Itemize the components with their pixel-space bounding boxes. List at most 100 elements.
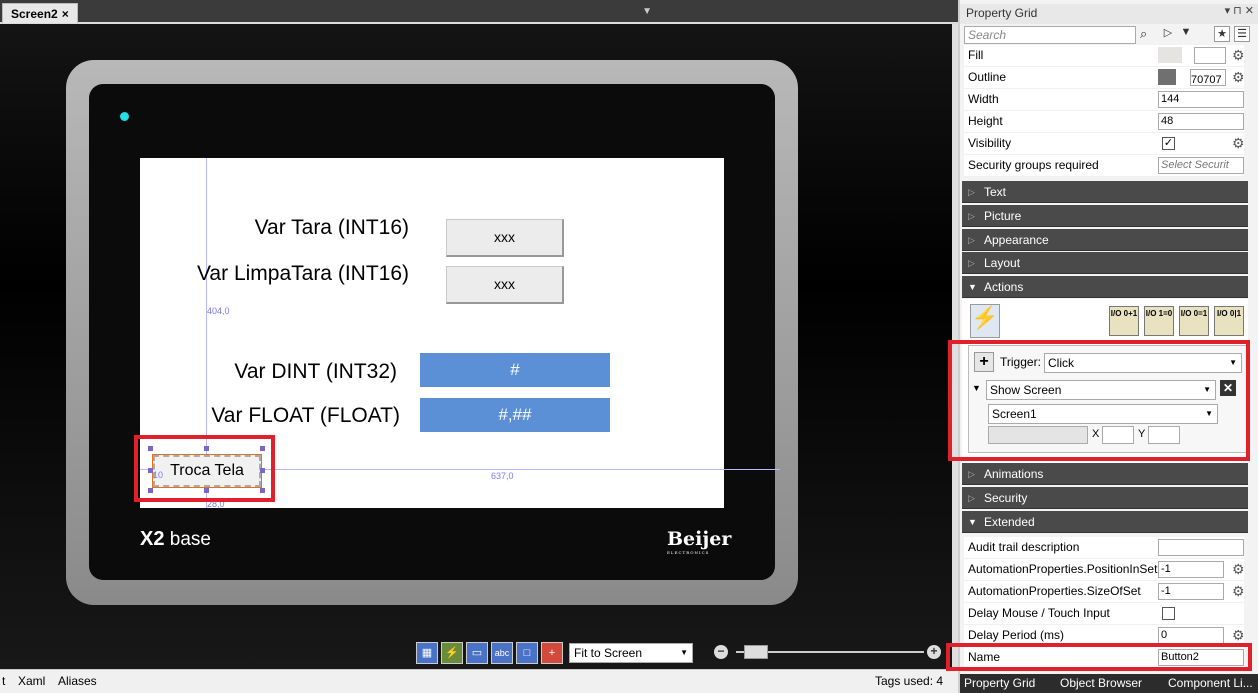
highlight-name [946, 643, 1252, 671]
gear-icon[interactable]: ⚙ [1232, 583, 1245, 599]
delay-period-value[interactable]: 0 [1158, 627, 1224, 644]
list-icon[interactable]: ☰ [1234, 26, 1250, 42]
zoom-slider-thumb[interactable] [744, 645, 768, 659]
status-tab-aliases[interactable]: Aliases [58, 670, 97, 692]
section-text[interactable]: ▷ Text [962, 181, 1248, 203]
tab-close-icon[interactable]: × [62, 7, 69, 21]
io-set-icon[interactable]: I/O 0=1 [1179, 306, 1209, 336]
zoom-out-button[interactable]: − [714, 645, 728, 659]
prop-position-in-set[interactable]: AutomationProperties.PositionInSet -1 ⚙ [964, 559, 1245, 581]
delay-mouse-checkbox[interactable] [1162, 607, 1175, 620]
io-toggle-icon[interactable]: I/O 0+1 [1109, 306, 1139, 336]
beijer-logo: Beijer ELECTRONICS [667, 528, 731, 555]
chevron-right-icon: ▷ [968, 235, 975, 245]
prop-visibility[interactable]: Visibility ✓ ⚙ [964, 133, 1245, 155]
chevron-down-icon[interactable]: ▼ [1178, 26, 1194, 42]
dimension-label: 637,0 [491, 471, 514, 481]
position-in-set-value[interactable]: -1 [1158, 561, 1224, 578]
prop-label: Delay Mouse / Touch Input [968, 606, 1110, 620]
visibility-checkbox[interactable]: ✓ [1162, 137, 1175, 150]
tab-screen2[interactable]: Screen2 × [2, 3, 78, 23]
tab-menu-chevron-icon[interactable]: ▼ [642, 6, 652, 17]
prop-label: Fill [968, 48, 984, 62]
outline-swatch[interactable] [1158, 69, 1176, 85]
prop-audit-trail[interactable]: Audit trail description [964, 537, 1244, 559]
prop-label: AutomationProperties.SizeOfSet [968, 584, 1141, 598]
brand-light: base [169, 529, 211, 550]
search-icon[interactable]: ⌕ [1140, 26, 1147, 42]
height-value[interactable]: 48 [1158, 113, 1244, 130]
layout-icon[interactable]: + [541, 642, 563, 664]
section-label: Animations [984, 467, 1044, 481]
sort-icon[interactable]: ★ [1214, 26, 1230, 42]
search-input[interactable]: Search [964, 26, 1136, 44]
prop-security-groups[interactable]: Security groups required Select Securit [964, 155, 1244, 177]
prop-size-of-set[interactable]: AutomationProperties.SizeOfSet -1 ⚙ [964, 581, 1245, 603]
prop-label: Outline [968, 70, 1007, 84]
size-of-set-value[interactable]: -1 [1158, 583, 1224, 600]
tab-property-grid[interactable]: Property Grid [964, 674, 1035, 693]
section-appearance[interactable]: ▷ Appearance [962, 229, 1248, 251]
status-tab-xaml[interactable]: Xaml [18, 670, 45, 692]
zoom-select[interactable]: Fit to Screen ▼ [569, 643, 693, 663]
play-icon[interactable]: ▷ [1160, 26, 1176, 42]
zoom-in-button[interactable]: + [927, 645, 941, 659]
section-animations[interactable]: ▷ Animations [962, 463, 1248, 485]
section-security[interactable]: ▷ Security [962, 487, 1248, 509]
var-limpatara-label: Var LimpaTara (INT16) [196, 262, 409, 285]
comment-icon[interactable]: ▭ [466, 642, 488, 664]
audit-trail-value[interactable] [1158, 539, 1244, 556]
outline-value[interactable]: 70707 [1190, 69, 1226, 86]
grid-icon[interactable]: ▦ [416, 642, 438, 664]
panel-controls[interactable]: ▾ ⊓ ✕ [1225, 4, 1254, 17]
chevron-right-icon: ▷ [968, 211, 975, 221]
float-analog-box[interactable]: #,## [420, 398, 610, 432]
highlight-actions [948, 340, 1250, 461]
prop-height[interactable]: Height 48 [964, 111, 1244, 133]
chevron-right-icon: ▷ [968, 258, 975, 268]
gear-icon[interactable]: ⚙ [1232, 69, 1245, 85]
section-label: Picture [984, 209, 1022, 223]
gear-icon[interactable]: ⚙ [1232, 135, 1245, 151]
prop-outline[interactable]: Outline 70707 ⚙ [964, 67, 1245, 89]
gear-icon[interactable]: ⚙ [1232, 561, 1245, 577]
gear-icon[interactable]: ⚙ [1232, 47, 1245, 63]
gear-icon[interactable]: ⚙ [1232, 627, 1245, 643]
security-select[interactable]: Select Securit [1158, 157, 1244, 174]
prop-delay-mouse[interactable]: Delay Mouse / Touch Input [964, 603, 1244, 625]
editor-tab-strip: Screen2 × ▼ [0, 0, 958, 24]
prop-label: Visibility [968, 136, 1012, 150]
prop-label: Height [968, 114, 1003, 128]
chevron-right-icon: ▷ [968, 469, 975, 479]
section-extended[interactable]: ▼ Extended [962, 511, 1248, 533]
status-bar: t Xaml Aliases Tags used: 4 [0, 669, 958, 693]
tab-object-browser[interactable]: Object Browser [1060, 674, 1142, 693]
prop-width[interactable]: Width 144 [964, 89, 1244, 111]
section-label: Layout [984, 256, 1021, 270]
section-layout[interactable]: ▷ Layout [962, 252, 1248, 274]
dimension-label: 404,0 [207, 306, 230, 316]
device-brand: X2 base [140, 528, 211, 551]
section-actions[interactable]: ▼ Actions [962, 276, 1248, 298]
dint-analog-box[interactable]: # [420, 353, 610, 387]
trigger-icon[interactable]: ⚡ [441, 642, 463, 664]
fill-value[interactable] [1194, 47, 1226, 64]
abc-icon[interactable]: abc [491, 642, 513, 664]
var-dint-label: Var DINT (INT32) [234, 360, 397, 383]
status-tab[interactable]: t [2, 670, 5, 692]
prop-label: Audit trail description [968, 540, 1080, 554]
maker-name: Beijer [667, 528, 732, 550]
io-pulse-icon[interactable]: I/O 0|1 [1214, 306, 1244, 336]
limpatara-button[interactable]: xxx [446, 266, 564, 304]
screen-icon[interactable]: □ [516, 642, 538, 664]
io-reset-icon[interactable]: I/O 1=0 [1144, 306, 1174, 336]
prop-label: AutomationProperties.PositionInSet [968, 562, 1158, 576]
prop-fill[interactable]: Fill ⚙ [964, 45, 1245, 67]
tara-button[interactable]: xxx [446, 219, 564, 257]
tab-component-library[interactable]: Component Li... [1168, 674, 1253, 693]
width-value[interactable]: 144 [1158, 91, 1244, 108]
lightning-action-icon[interactable]: ⚡ [970, 304, 1000, 338]
fill-swatch[interactable] [1158, 47, 1182, 63]
zoom-select-value: Fit to Screen [574, 646, 643, 660]
section-picture[interactable]: ▷ Picture [962, 205, 1248, 227]
